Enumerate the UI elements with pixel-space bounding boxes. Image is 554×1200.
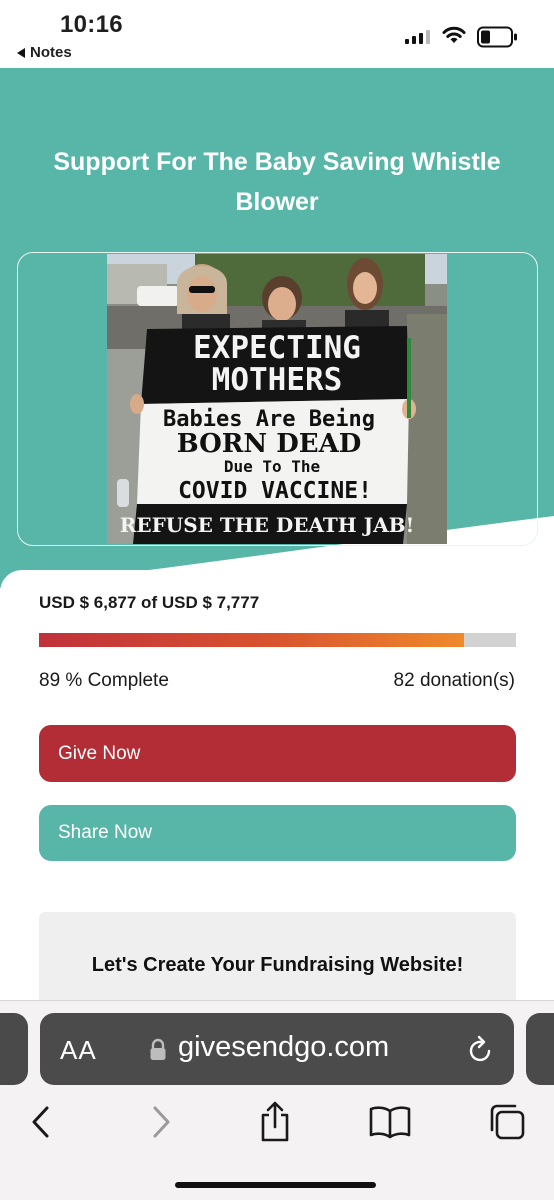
campaign-title: Support For The Baby Saving Whistle Blow…: [53, 148, 501, 216]
forward-button[interactable]: [136, 1097, 186, 1147]
home-indicator: [175, 1182, 376, 1188]
battery-icon: [477, 26, 517, 48]
forward-arrow-icon: [153, 1106, 170, 1138]
tabs-icon: [490, 1104, 525, 1140]
tabs-button[interactable]: [482, 1097, 532, 1147]
lock-icon: [150, 1038, 166, 1060]
status-time: 10:16: [60, 11, 123, 38]
give-now-button[interactable]: Give Now: [39, 725, 516, 782]
text-size-label: AA: [60, 1035, 97, 1065]
donation-count: 82 donation(s): [393, 670, 515, 691]
text-size-button[interactable]: AA: [60, 1035, 97, 1066]
back-button[interactable]: [16, 1097, 66, 1147]
wifi-icon: [442, 26, 466, 43]
back-triangle-icon: [17, 47, 25, 58]
back-arrow-icon: [32, 1106, 49, 1138]
banner-line-2: MOTHERS: [212, 362, 343, 398]
previous-tab-peek[interactable]: [0, 1013, 28, 1085]
banner-line-5: Due To The: [224, 457, 320, 476]
share-button[interactable]: [250, 1097, 300, 1147]
progress-bar-fill: [39, 633, 464, 647]
safari-bottom-bar: AA givesendgo.com: [0, 1000, 554, 1200]
campaign-hero: Support For The Baby Saving Whistle Blow…: [0, 68, 554, 600]
cellular-signal-icon: [405, 30, 430, 44]
back-to-notes-link[interactable]: Notes: [17, 44, 72, 61]
banner-line-4: BORN DEAD: [177, 429, 362, 459]
next-tab-peek[interactable]: [526, 1013, 554, 1085]
address-bar[interactable]: AA givesendgo.com: [40, 1013, 514, 1085]
banner-line-7: REFUSE THE DEATH JAB!: [120, 513, 415, 537]
url-text: givesendgo.com: [178, 1031, 390, 1063]
status-bar: 10:16 Notes: [0, 0, 554, 68]
bookmarks-icon: [369, 1106, 411, 1139]
bookmarks-button[interactable]: [365, 1097, 415, 1147]
share-icon: [261, 1101, 289, 1142]
banner-line-1: EXPECTING: [193, 330, 361, 366]
promo-title: Let's Create Your Fundraising Website!: [91, 954, 464, 976]
reload-icon[interactable]: [467, 1035, 495, 1065]
share-now-button[interactable]: Share Now: [39, 805, 516, 861]
amount-raised: USD $ 6,877 of USD $ 7,777: [39, 593, 260, 612]
percent-complete: 89 % Complete: [39, 670, 169, 691]
back-app-label: Notes: [30, 44, 72, 61]
campaign-photo[interactable]: EXPECTING MOTHERS Babies Are Being BORN …: [107, 254, 447, 544]
campaign-photo-illustration: EXPECTING MOTHERS Babies Are Being BORN …: [107, 254, 447, 544]
progress-bar: [39, 633, 516, 647]
donation-card: USD $ 6,877 of USD $ 7,777 89 % Complete…: [0, 570, 554, 1022]
banner-line-6: COVID VACCINE!: [178, 478, 372, 504]
